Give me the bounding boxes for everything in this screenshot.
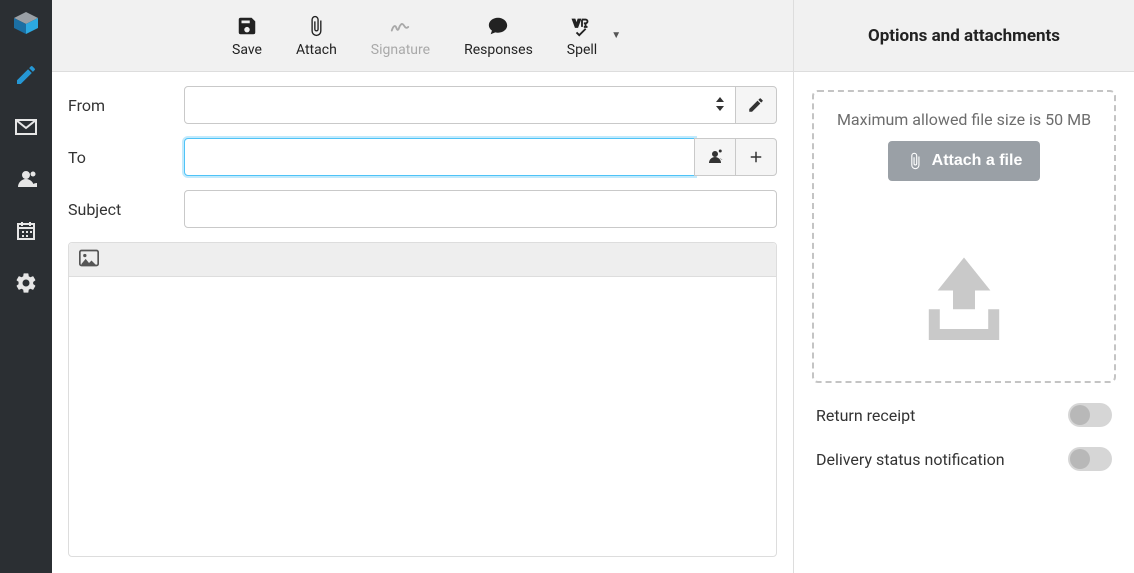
toolbar-spell-label: Spell (567, 42, 597, 58)
toolbar-save-button[interactable]: Save (232, 14, 262, 58)
attach-file-label: Attach a file (932, 152, 1023, 170)
delivery-status-row: Delivery status notification (812, 447, 1116, 471)
insert-image-button[interactable] (79, 249, 99, 271)
attach-file-button[interactable]: Attach a file (888, 141, 1041, 181)
nav-mail[interactable] (11, 112, 41, 142)
from-select[interactable] (184, 86, 736, 124)
return-receipt-row: Return receipt (812, 403, 1116, 427)
signature-icon (389, 14, 411, 38)
upload-illustration-icon (909, 241, 1019, 351)
options-header: Options and attachments (794, 0, 1134, 72)
editor-body[interactable] (69, 277, 776, 556)
nav-calendar[interactable] (11, 216, 41, 246)
attachment-dropzone[interactable]: Maximum allowed file size is 50 MB Attac… (812, 90, 1116, 383)
subject-label: Subject (68, 200, 184, 219)
add-recipient-button[interactable] (735, 138, 777, 176)
nav-settings[interactable] (11, 268, 41, 298)
toolbar-responses-label: Responses (464, 42, 533, 58)
comment-icon (487, 14, 509, 38)
toolbar-spell-button[interactable]: Spell (567, 14, 597, 58)
add-contact-button[interactable] (694, 138, 736, 176)
editor-toolbar (69, 243, 776, 277)
spellcheck-icon (571, 14, 593, 38)
nav-contacts[interactable] (11, 164, 41, 194)
compose-fields: From To (52, 72, 793, 242)
to-label: To (68, 148, 184, 167)
vertical-nav (0, 0, 52, 573)
toolbar-save-label: Save (232, 42, 262, 58)
image-icon (79, 249, 99, 267)
toolbar-signature-button[interactable]: Signature (371, 14, 430, 58)
contacts-icon (706, 148, 724, 166)
select-sort-icon (715, 96, 725, 115)
paperclip-icon (906, 152, 924, 170)
toolbar-signature-label: Signature (371, 42, 430, 58)
toolbar-attach-label: Attach (296, 42, 337, 58)
save-icon (236, 14, 258, 38)
return-receipt-label: Return receipt (816, 406, 915, 425)
to-input[interactable] (184, 138, 695, 176)
compose-main: Save Attach Signature Responses Spell ▼ (52, 0, 794, 573)
options-panel: Options and attachments Maximum allowed … (794, 0, 1134, 573)
plus-icon (747, 148, 765, 166)
delivery-status-label: Delivery status notification (816, 450, 1005, 469)
from-label: From (68, 96, 184, 115)
nav-compose[interactable] (11, 60, 41, 90)
compose-toolbar: Save Attach Signature Responses Spell ▼ (52, 0, 793, 72)
edit-identity-button[interactable] (735, 86, 777, 124)
spell-dropdown-caret[interactable]: ▼ (611, 30, 621, 41)
return-receipt-toggle[interactable] (1068, 403, 1112, 427)
max-filesize-text: Maximum allowed file size is 50 MB (826, 110, 1102, 129)
toolbar-responses-button[interactable]: Responses (464, 14, 533, 58)
app-logo-icon (12, 10, 40, 38)
subject-input[interactable] (184, 190, 777, 228)
editor (68, 242, 777, 557)
toolbar-attach-button[interactable]: Attach (296, 14, 337, 58)
paperclip-icon (305, 14, 327, 38)
delivery-status-toggle[interactable] (1068, 447, 1112, 471)
pencil-icon (747, 96, 765, 114)
